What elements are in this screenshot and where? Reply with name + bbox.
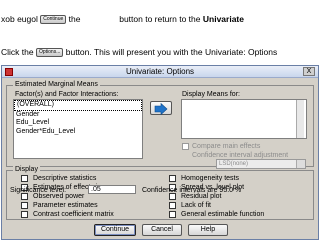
instruction-text: button. This will present you with the U… bbox=[65, 47, 278, 57]
confidence-interval-text: Confidence intervals are 95.0 % bbox=[142, 187, 242, 194]
factors-label: Factor(s) and Factor Interactions: bbox=[15, 91, 119, 98]
continue-button[interactable]: Continue bbox=[94, 224, 136, 236]
ci-adjustment-value: LSD(none) bbox=[219, 161, 249, 167]
instruction-target: Univariate bbox=[202, 14, 244, 24]
factors-list[interactable]: (OVERALL) Gender Edu_Level Gender*Edu_Le… bbox=[13, 99, 143, 159]
descriptive-statistics-checkbox[interactable] bbox=[21, 175, 28, 182]
instruction-line-1: xob eugol Continue the button to return … bbox=[1, 14, 244, 25]
help-button[interactable]: Help bbox=[188, 224, 228, 236]
compare-main-effects-checkbox[interactable] bbox=[182, 143, 189, 150]
display-means-label: Display Means for: bbox=[182, 91, 240, 98]
significance-level-input[interactable]: .05 bbox=[88, 185, 136, 194]
display-means-list[interactable] bbox=[181, 99, 307, 139]
instruction-text: Click the bbox=[1, 47, 34, 57]
continue-button-inline: Continue bbox=[40, 15, 67, 25]
ci-adjustment-select[interactable]: LSD(none) bbox=[216, 159, 306, 169]
parameter-estimates-checkbox[interactable] bbox=[21, 202, 28, 209]
list-item[interactable]: Gender*Edu_Level bbox=[14, 128, 142, 137]
cancel-button[interactable]: Cancel bbox=[142, 224, 182, 236]
significance-level-label: Significance level: bbox=[10, 187, 67, 194]
list-item[interactable]: Gender bbox=[14, 111, 142, 120]
descriptive-statistics-label: Descriptive statistics bbox=[33, 175, 97, 182]
instruction-text: the bbox=[68, 14, 81, 24]
contrast-coefficient-label: Contrast coefficient matrix bbox=[33, 211, 114, 218]
emm-group-label: Estimated Marginal Means bbox=[13, 80, 100, 90]
options-dialog: Univariate: Options X Estimated Marginal… bbox=[1, 65, 319, 240]
dialog-title: Univariate: Options bbox=[125, 67, 195, 76]
lack-of-fit-label: Lack of fit bbox=[181, 202, 211, 209]
chevron-down-icon[interactable] bbox=[296, 160, 305, 168]
lack-of-fit-checkbox[interactable] bbox=[169, 202, 176, 209]
instruction-text: xob eugol bbox=[1, 14, 38, 24]
contrast-coefficient-checkbox[interactable] bbox=[21, 211, 28, 218]
parameter-estimates-label: Parameter estimates bbox=[33, 202, 98, 209]
general-estimable-checkbox[interactable] bbox=[169, 211, 176, 218]
list-item[interactable]: Edu_Level bbox=[14, 119, 142, 128]
arrow-right-icon bbox=[154, 102, 168, 116]
options-button-inline: Options... bbox=[35, 48, 64, 58]
close-icon[interactable]: X bbox=[303, 67, 315, 76]
title-bar: Univariate: Options X bbox=[2, 66, 318, 78]
homogeneity-tests-label: Homogeneity tests bbox=[181, 175, 239, 182]
instruction-line-2: Click the Options... button. This will p… bbox=[1, 47, 278, 58]
homogeneity-tests-checkbox[interactable] bbox=[169, 175, 176, 182]
list-item[interactable]: (OVERALL) bbox=[14, 100, 142, 111]
estimated-marginal-means-group: Estimated Marginal Means Factor(s) and F… bbox=[6, 80, 314, 167]
instruction-text: button to return to the bbox=[119, 14, 201, 24]
general-estimable-label: General estimable function bbox=[181, 211, 265, 218]
scrollbar[interactable] bbox=[296, 100, 304, 138]
move-right-button[interactable] bbox=[150, 101, 172, 116]
display-group: Display Descriptive statistics Estimates… bbox=[6, 165, 314, 220]
compare-main-effects-label: Compare main effects bbox=[192, 143, 261, 150]
